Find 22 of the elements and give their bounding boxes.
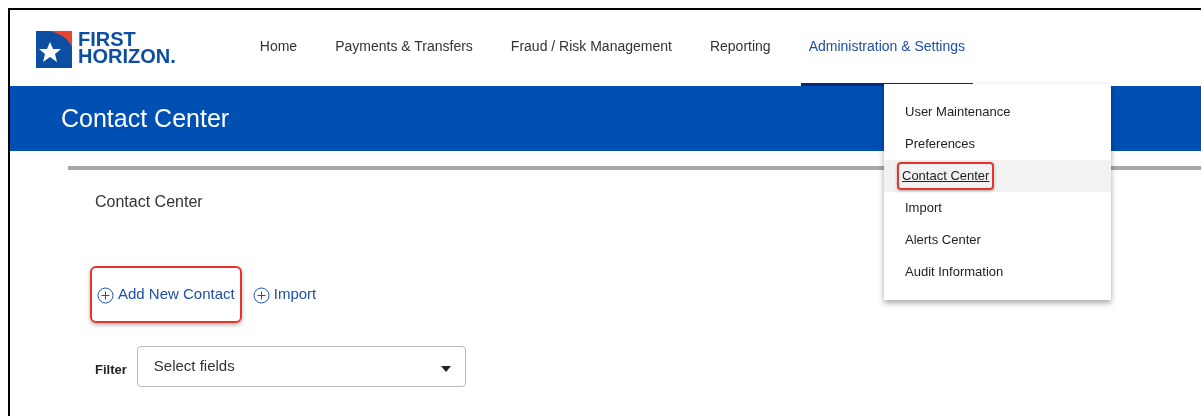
caret-icon: [440, 365, 451, 372]
nav-tab[interactable]: Fraud / Risk Management: [502, 10, 680, 86]
select-field[interactable]: Select fields: [136, 345, 466, 387]
filter-label: Filter: [95, 361, 127, 380]
logo-text: HORIZON.: [78, 48, 176, 65]
menu-item[interactable]: Import: [902, 196, 945, 220]
logo-icon: [36, 28, 72, 68]
logo-text: FIRST: [78, 31, 136, 48]
action-link[interactable]: Import: [245, 266, 324, 323]
menu-item[interactable]: Contact Center: [897, 162, 995, 190]
menu-item[interactable]: Audit Information: [902, 260, 1007, 284]
nav-tab[interactable]: Payments & Transfers: [327, 10, 481, 86]
section-title: Contact Center: [95, 192, 203, 212]
nav-tab[interactable]: Home: [251, 10, 306, 86]
menu-item[interactable]: Preferences: [902, 132, 979, 156]
plus-circle-icon: [252, 287, 270, 305]
page-title: Contact Center: [61, 102, 230, 134]
nav-tab[interactable]: Reporting: [701, 10, 779, 86]
menu-item[interactable]: User Maintenance: [902, 100, 1014, 124]
menu-item[interactable]: Alerts Center: [902, 228, 984, 252]
plus-circle-icon: [97, 287, 114, 305]
action-link[interactable]: Add New Contact: [90, 266, 242, 323]
